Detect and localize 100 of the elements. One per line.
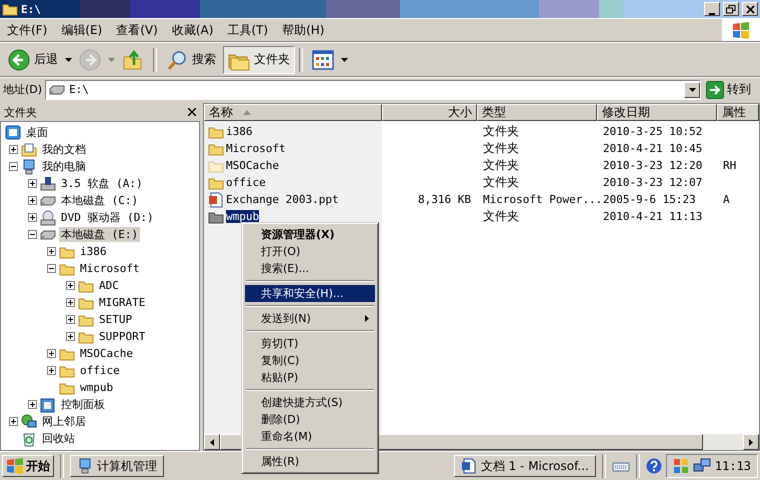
scroll-left-button[interactable] [204,434,220,450]
file-name[interactable]: Microsoft [226,142,286,155]
tree-item[interactable]: i386 [78,245,108,258]
close-icon [746,4,754,14]
expand-icon[interactable] [28,400,37,409]
tree-item[interactable]: 控制面板 [59,397,107,412]
file-attributes: A [723,193,730,206]
tree-item[interactable]: 3.5 软盘 (A:) [59,176,145,191]
tree-item[interactable]: 本地磁盘 (C:) [59,193,140,208]
column-header[interactable]: 类型 [477,104,597,121]
tree-item[interactable]: ADC [97,279,121,292]
tree-item[interactable]: 桌面 [24,125,50,140]
menu-item[interactable]: 重命名(M) [245,428,375,445]
expand-icon[interactable] [28,179,37,188]
column-header[interactable]: 大小 [382,104,477,121]
tree-item[interactable]: MIGRATE [97,296,148,309]
back-button[interactable]: 后退 [3,46,63,74]
dropdown-button[interactable] [684,82,700,98]
close-button[interactable] [742,2,758,16]
expand-icon[interactable] [47,349,56,358]
tree-item[interactable]: 我的文档 [40,142,88,157]
file-name[interactable]: i386 [226,125,252,138]
menu-item[interactable]: 资源管理器(X) [245,226,375,243]
menu-item[interactable]: 属性(R) [245,453,375,470]
collapse-icon[interactable] [9,162,18,171]
menu-item[interactable]: 剪切(T) [245,335,375,352]
expand-icon[interactable] [9,145,18,154]
file-name[interactable]: office [226,176,266,189]
column-header[interactable]: 属性 [717,104,759,121]
scroll-right-button[interactable] [743,434,759,450]
menu-item[interactable]: 删除(D) [245,411,375,428]
menu-item[interactable]: 发送到(N) [245,310,375,327]
menu-item[interactable]: 查看(V) [109,22,165,38]
modified-date: 2010-3-25 10:52 [603,125,702,138]
column-header[interactable]: 名称 [204,104,382,121]
expand-icon[interactable] [66,315,75,324]
taskbar-button[interactable]: 计算机管理 [70,455,164,477]
menu-item[interactable]: 搜索(E)... [245,260,375,277]
restore-button[interactable] [723,2,739,16]
tree-item[interactable]: SETUP [97,313,134,326]
folder-icon [2,2,18,16]
menu-item[interactable]: 帮助(H) [275,22,332,38]
tree-item[interactable]: 网上邻居 [40,414,88,429]
menu-item[interactable]: 文件(F) [0,22,54,38]
dropdown-caret-icon[interactable] [65,58,72,62]
tree-item[interactable]: wmpub [78,381,116,394]
start-button[interactable]: 开始 [2,455,54,477]
address-field[interactable]: E:\ [45,80,701,100]
caret-icon [688,88,696,92]
dropdown-caret-icon[interactable] [341,58,348,62]
tree-item[interactable]: office [78,364,122,377]
windows-logo-icon [731,21,751,39]
collapse-icon[interactable] [28,230,37,239]
menu-item[interactable]: 编辑(E) [54,22,110,38]
control-panel-icon [40,396,56,412]
network-connection-icon[interactable] [692,458,711,474]
expand-icon[interactable] [66,332,75,341]
file-name[interactable]: Exchange 2003.ppt [226,193,339,206]
close-pane-button[interactable] [188,108,196,116]
tree-item[interactable]: 本地磁盘 (E:) [59,227,140,242]
expand-icon[interactable] [66,298,75,307]
menu-item[interactable]: 工具(T) [220,22,276,38]
menu-item[interactable]: 创建快捷方式(S) [245,394,375,411]
tree-item[interactable]: Microsoft [78,262,142,275]
help-icon[interactable] [646,458,662,474]
office-icon[interactable] [672,458,689,474]
tree-item[interactable]: 我的电脑 [40,159,88,174]
expand-icon[interactable] [28,213,37,222]
file-type: Microsoft Power... [483,193,602,206]
file-type: 文件夹 [483,174,519,191]
menu-item[interactable]: 收藏(A) [164,22,220,38]
tree-item[interactable]: SUPPORT [97,330,148,343]
go-button[interactable]: 转到 [704,80,757,98]
file-name[interactable]: MSOCache [226,159,279,172]
file-name[interactable]: wmpub [226,210,260,223]
menu-item[interactable]: 共享和安全(H)... [245,285,375,302]
minimize-icon [709,13,715,15]
search-button[interactable]: 搜索 [161,46,221,74]
tree-item[interactable]: MSOCache [78,347,135,360]
menu-item[interactable]: 粘贴(P) [245,369,375,386]
expand-icon[interactable] [9,417,18,426]
disc-drive-icon [40,210,56,226]
tree-item[interactable]: DVD 驱动器 (D:) [59,210,156,225]
column-header[interactable]: 修改日期 [597,104,717,121]
menu-item[interactable]: 打开(O) [245,243,375,260]
menu-item[interactable]: 复制(C) [245,352,375,369]
expand-icon[interactable] [47,366,56,375]
restore-icon [726,4,736,14]
expand-icon[interactable] [28,196,37,205]
folders-button[interactable]: 文件夹 [223,46,295,74]
expand-icon[interactable] [66,281,75,290]
document-icon [460,458,477,474]
collapse-icon[interactable] [47,264,56,273]
expand-icon[interactable] [47,247,56,256]
minimize-button[interactable] [704,2,720,16]
tree-item[interactable]: 回收站 [40,431,77,446]
file-type: 文件夹 [483,157,519,174]
documents-icon [21,142,37,158]
taskbar-button[interactable]: 文档 1 - Microsof... [454,455,596,477]
file-attributes: RH [723,159,736,172]
